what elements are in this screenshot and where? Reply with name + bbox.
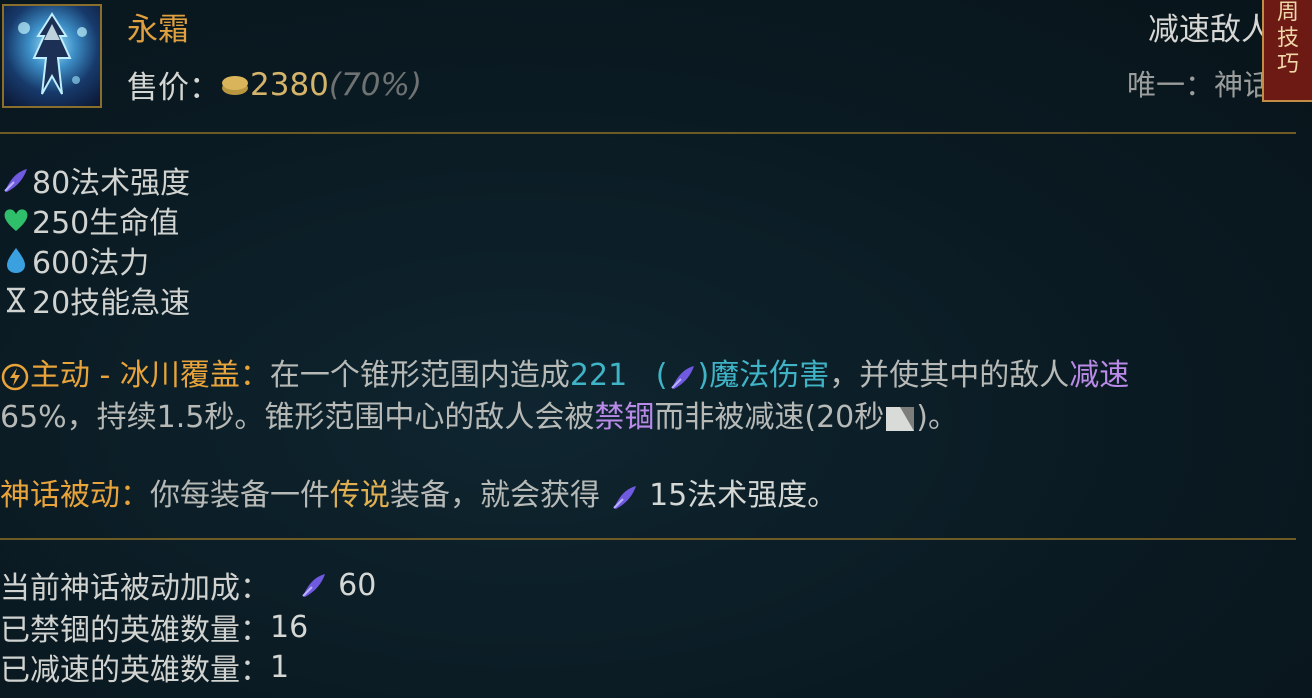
price-label: 售价： [127,70,220,106]
rooted-count-row: 已禁锢的英雄数量： 16 [0,605,308,649]
rooted-count-label: 已禁锢的英雄数量： [0,613,270,648]
active-description: 主动 - 冰川覆盖：在一个锥形范围内造成221 ()魔法伤害，并使其中的敌人减速… [0,358,1130,435]
ability-haste-hourglass-icon [0,286,32,314]
ability-power-icon [299,571,329,599]
active-lightning-icon [0,362,30,392]
slow-keyword: 减速 [1069,358,1130,393]
rooted-count-value: 16 [270,609,309,645]
root-keyword: 禁锢 [594,400,655,435]
item-tag-slow: 减速敌人 [1148,12,1272,48]
stat-mana: 600法力 [0,238,149,282]
ability-power-icon [668,363,698,391]
stat-ability-power: 80法术强度 [0,158,190,202]
mythic-label: 神话被动： [0,478,150,513]
active-damage: 221 [569,358,628,393]
slowed-count-value: 1 [270,649,290,685]
cooldown-icon [884,405,916,433]
slowed-count-label: 已减速的英雄数量： [0,653,270,688]
everfrost-crystal-icon [18,12,87,95]
watermark-seal: 周 技 巧 [1262,0,1312,102]
ability-power-icon [0,166,32,194]
mythic-bonus-row: 当前神话被动加成： 60 [0,563,376,607]
divider-top [0,132,1296,134]
mythic-passive-description: 神话被动：你每装备一件传说装备，就会获得 15法术强度。 [0,478,838,513]
item-icon-everfrost [2,4,102,108]
ability-power-icon [610,483,640,511]
divider-bottom [0,538,1296,540]
damage-type: 魔法伤害 [709,358,830,393]
mythic-bonus-label: 当前神话被动加成： [0,571,270,606]
item-tag-mythic: 唯一：神话 [1126,68,1272,102]
item-name: 永霜 [127,12,189,48]
price-value: 2380 [250,66,329,103]
mana-drop-icon [0,246,32,274]
price-percent: (70%) [328,66,422,103]
stat-health: 250生命值 [0,198,179,242]
stat-ability-haste: 20技能急速 [0,278,190,322]
slowed-count-row: 已减速的英雄数量： 1 [0,645,289,689]
price-row: 售价： 2380 (70%) [127,62,422,107]
mythic-bonus-value: 60 [338,567,377,603]
active-label: 主动 - 冰川覆盖： [30,358,270,393]
gold-coin-icon [220,73,250,97]
legendary-keyword: 传说 [330,478,390,513]
health-heart-icon [0,207,32,233]
